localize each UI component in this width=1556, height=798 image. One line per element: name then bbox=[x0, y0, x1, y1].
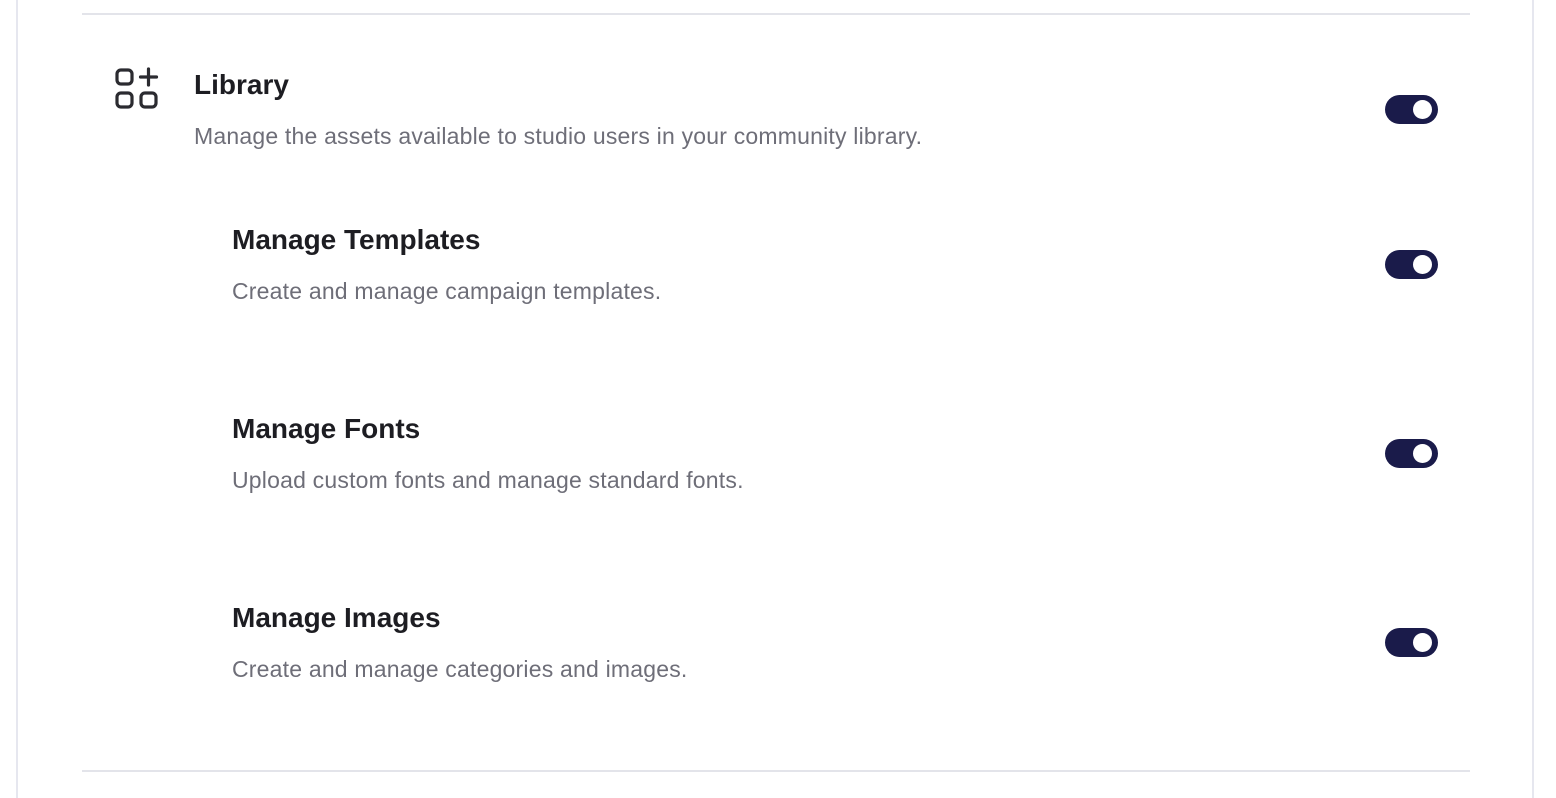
toggle-knob bbox=[1413, 100, 1432, 119]
manage-templates-title: Manage Templates bbox=[232, 224, 481, 255]
section-title: Library bbox=[194, 69, 289, 100]
toggle-knob bbox=[1413, 255, 1432, 274]
manage-images-toggle[interactable] bbox=[1385, 628, 1438, 657]
library-toggle[interactable] bbox=[1385, 95, 1438, 124]
manage-fonts-title: Manage Fonts bbox=[232, 413, 421, 444]
section-description: Manage the assets available to studio us… bbox=[194, 123, 923, 149]
manage-templates-description: Create and manage campaign templates. bbox=[232, 278, 662, 304]
manage-images-title: Manage Images bbox=[232, 602, 441, 633]
manage-images-description: Create and manage categories and images. bbox=[232, 656, 688, 682]
section-divider-top bbox=[82, 13, 1470, 15]
manage-fonts-toggle[interactable] bbox=[1385, 439, 1438, 468]
toggle-knob bbox=[1413, 444, 1432, 463]
library-grid-plus-icon bbox=[114, 67, 162, 111]
manage-fonts-description: Upload custom fonts and manage standard … bbox=[232, 467, 744, 493]
manage-templates-toggle[interactable] bbox=[1385, 250, 1438, 279]
section-divider-bottom bbox=[82, 770, 1470, 772]
toggle-knob bbox=[1413, 633, 1432, 652]
